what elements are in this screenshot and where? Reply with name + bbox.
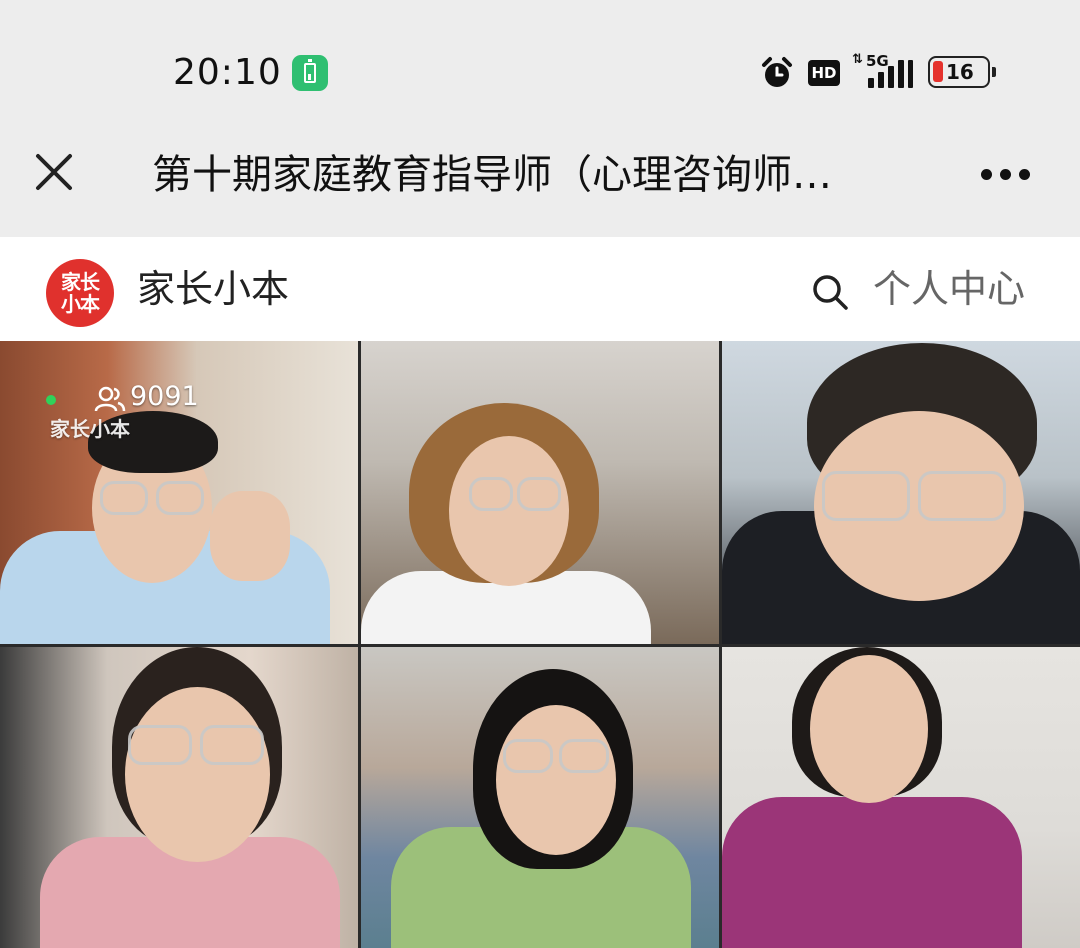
- video-tile-participant-1[interactable]: 9091 家长小本: [0, 341, 358, 644]
- live-overlay: 9091 家长小本: [44, 381, 244, 441]
- app-header: 家长小本 家长小本 个人中心: [0, 237, 1080, 341]
- battery-level: 16: [946, 60, 974, 84]
- battery-fill: [933, 61, 943, 82]
- personal-center-link[interactable]: 个人中心: [873, 263, 1025, 315]
- viewer-count: 9091: [130, 381, 199, 412]
- live-indicator-dot: [46, 395, 56, 405]
- search-icon[interactable]: [810, 272, 850, 312]
- battery-charging-icon: [292, 55, 328, 91]
- video-grid: 9091 家长小本: [0, 341, 1080, 948]
- app-logo-text: 家长小本: [61, 270, 100, 316]
- video-tile-participant-6[interactable]: [722, 647, 1080, 948]
- more-dots-icon[interactable]: [976, 160, 1036, 190]
- alarm-clock-icon: [762, 57, 792, 87]
- data-arrows-icon: ⇅: [852, 52, 863, 67]
- signal-strength-icon: [868, 60, 914, 88]
- battery-icon: 16: [928, 56, 996, 88]
- app-name: 家长小本: [137, 267, 290, 311]
- viewers-icon: [94, 386, 126, 412]
- status-bar: 20:10 HD ⇅ 5G 16: [0, 0, 1080, 130]
- app-logo[interactable]: 家长小本: [46, 259, 114, 327]
- status-time: 20:10: [173, 52, 282, 93]
- page-title: 第十期家庭教育指导师（心理咨询师…: [152, 152, 832, 198]
- watermark: 家长小本: [50, 417, 130, 441]
- video-tile-participant-4[interactable]: [0, 647, 358, 948]
- close-icon[interactable]: [30, 148, 78, 196]
- video-tile-participant-2[interactable]: [361, 341, 719, 644]
- hd-badge: HD: [808, 60, 840, 86]
- video-tile-participant-5[interactable]: [361, 647, 719, 948]
- video-tile-participant-3[interactable]: [722, 341, 1080, 644]
